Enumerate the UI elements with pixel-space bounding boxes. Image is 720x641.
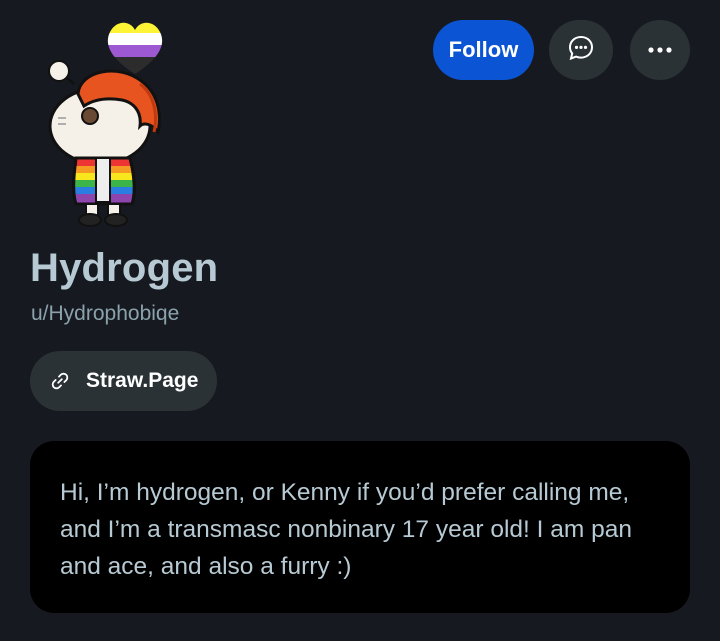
social-link-label: Straw.Page	[86, 369, 199, 392]
display-name: Hydrogen	[30, 246, 219, 290]
profile-page: Follow Hydrogen u/Hydrophobiqe Straw.Pag…	[0, 0, 720, 641]
username: u/Hydrophobiqe	[31, 302, 180, 325]
bio-card: Hi, I’m hydrogen, or Kenny if you’d pref…	[30, 441, 690, 613]
more-horizontal-icon	[647, 41, 673, 59]
chat-button[interactable]	[549, 20, 613, 80]
link-icon	[50, 371, 70, 391]
social-link-chip[interactable]: Straw.Page	[30, 351, 217, 411]
follow-button-label: Follow	[448, 37, 519, 62]
follow-button[interactable]: Follow	[433, 20, 534, 80]
snoo-avatar	[40, 14, 172, 232]
more-options-button[interactable]	[630, 20, 690, 80]
nonbinary-heart-icon	[107, 22, 163, 74]
bio-text: Hi, I’m hydrogen, or Kenny if you’d pref…	[60, 479, 632, 580]
chat-bubble-icon	[567, 34, 595, 67]
